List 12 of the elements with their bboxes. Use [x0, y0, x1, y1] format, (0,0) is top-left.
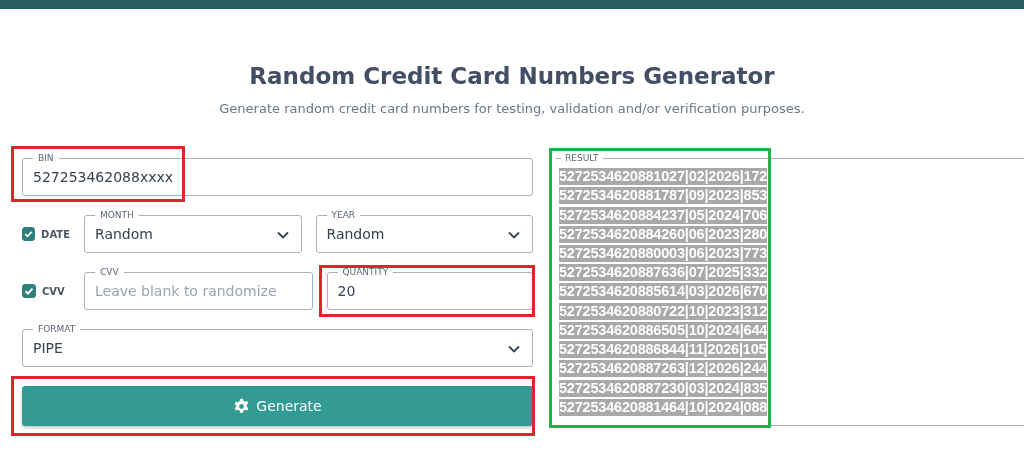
gear-icon [233, 397, 251, 415]
result-label: RESULT [561, 152, 603, 164]
date-label: DATE [41, 228, 70, 240]
cvv-label: CVV [42, 285, 65, 297]
chevron-down-icon [276, 231, 289, 239]
page-subtitle: Generate random credit card numbers for testing, validation and/or verification purposes. [218, 101, 806, 116]
chevron-down-icon [508, 345, 520, 353]
chevron-down-icon [508, 231, 520, 239]
date-checkbox[interactable] [22, 227, 36, 241]
page-title: Random Credit Card Numbers Generator [248, 62, 776, 91]
check-icon [23, 285, 35, 297]
cvv-checkbox[interactable] [22, 284, 36, 298]
